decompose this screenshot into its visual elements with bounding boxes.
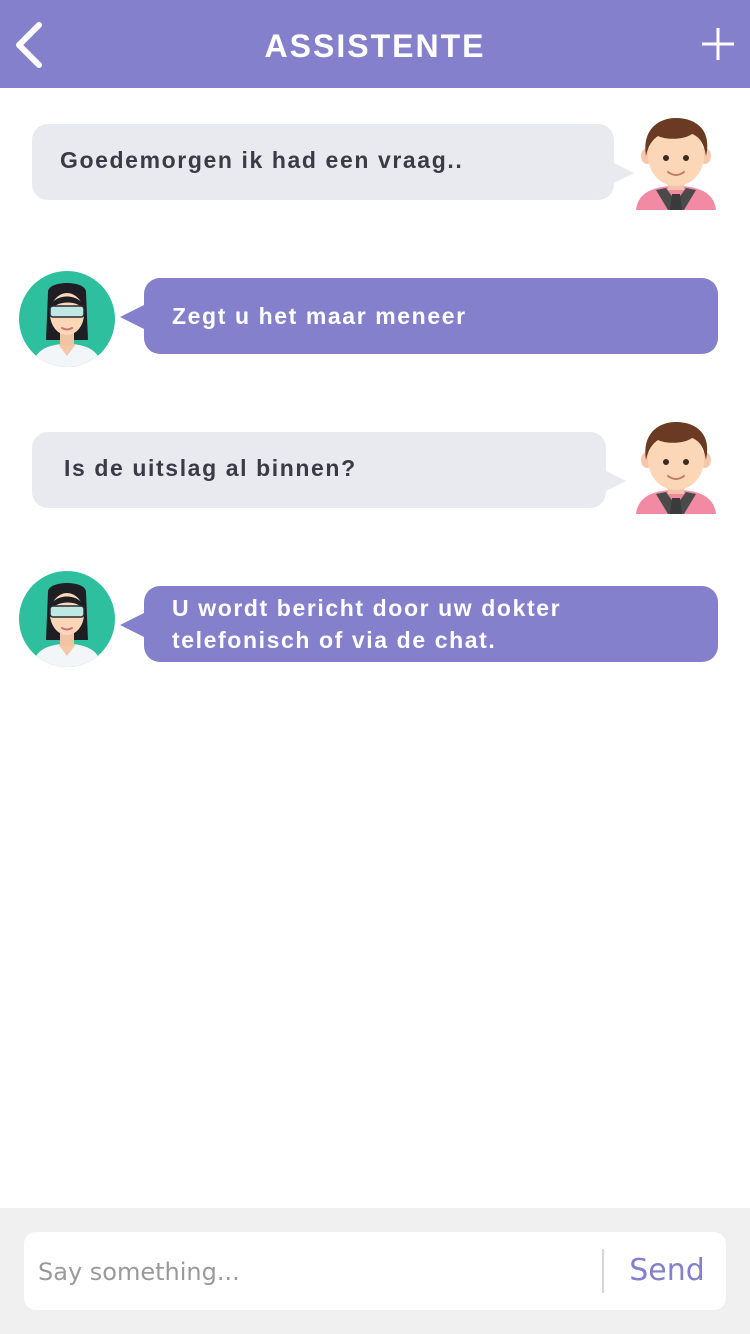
message-text: Zegt u het maar meneer	[172, 303, 467, 329]
plus-icon	[702, 28, 734, 60]
add-button[interactable]	[696, 22, 740, 66]
male-avatar-icon	[636, 118, 716, 210]
bubble-tail	[120, 612, 146, 638]
divider	[602, 1249, 604, 1293]
assistant-message-bubble: U wordt bericht door uw dokter telefonis…	[144, 586, 718, 662]
male-avatar-icon	[636, 422, 716, 514]
message-text: Goedemorgen ik had een vraag..	[60, 147, 464, 173]
female-doctor-avatar-icon	[19, 271, 115, 367]
bubble-tail	[608, 160, 634, 186]
bubble-tail	[600, 468, 626, 494]
female-doctor-avatar-icon	[19, 571, 115, 667]
message-composer: Send	[0, 1208, 750, 1334]
message-text: U wordt bericht door uw dokter telefonis…	[172, 595, 562, 653]
app-header: ASSISTENTE	[0, 0, 750, 88]
page-title: ASSISTENTE	[264, 28, 486, 64]
user-message-bubble: Goedemorgen ik had een vraag..	[32, 124, 614, 200]
send-button[interactable]: Send	[608, 1232, 726, 1310]
bubble-tail	[120, 304, 146, 330]
message-text: Is de uitslag al binnen?	[64, 455, 357, 481]
composer-box: Send	[24, 1232, 726, 1310]
user-message-bubble: Is de uitslag al binnen?	[32, 432, 606, 508]
message-input[interactable]	[36, 1246, 600, 1298]
assistant-message-bubble: Zegt u het maar meneer	[144, 278, 718, 354]
